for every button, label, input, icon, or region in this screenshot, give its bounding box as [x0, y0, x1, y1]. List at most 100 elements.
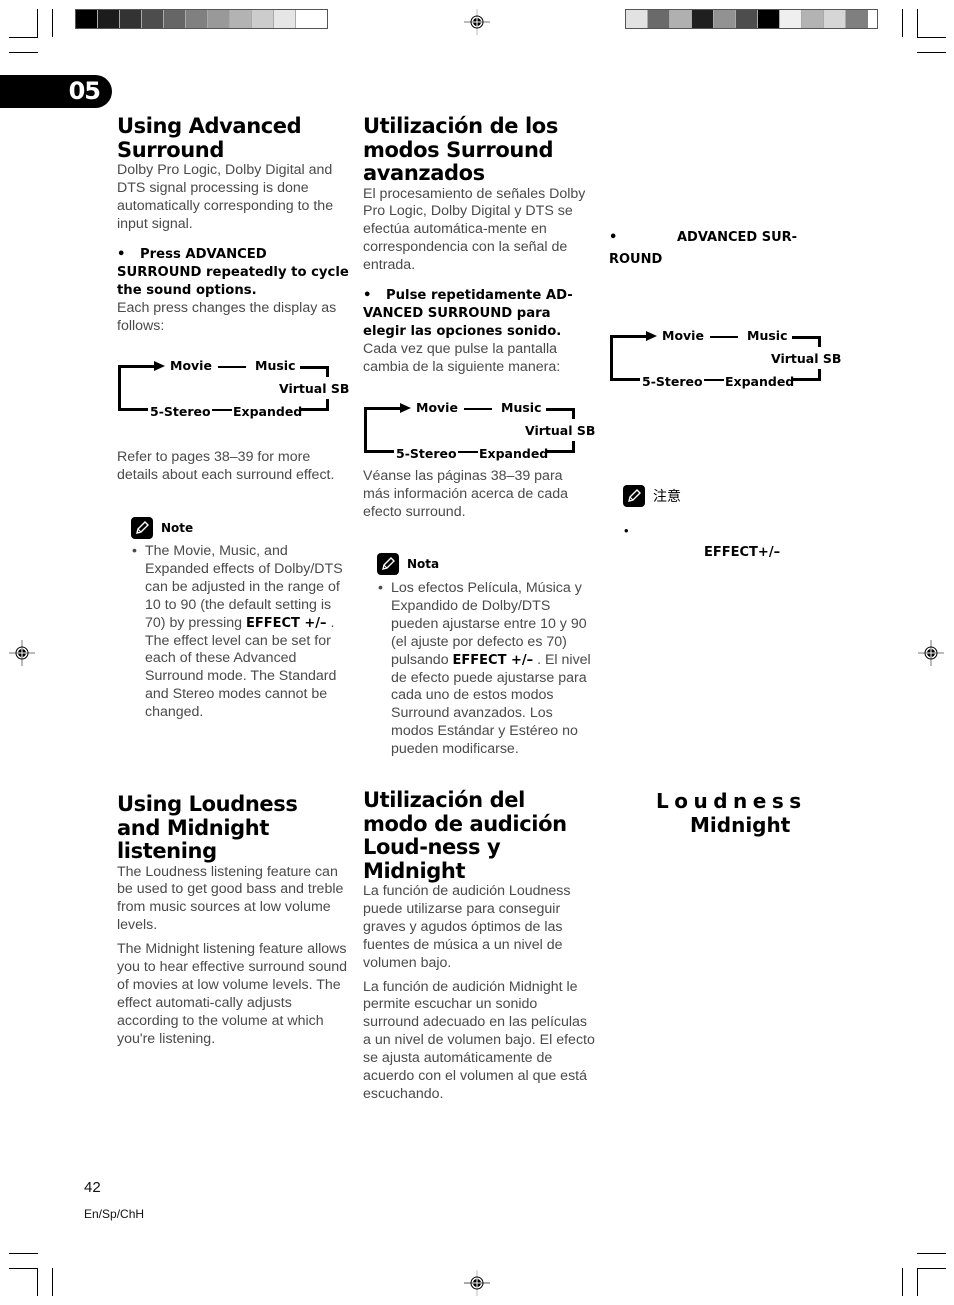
page-number: 42 — [84, 1179, 101, 1196]
effect-button-label: EFFECT +/– — [452, 652, 534, 668]
step-instruction: • Pulse repetidamente AD-VANCED SURROUND … — [363, 288, 573, 340]
pencil-note-icon — [131, 517, 153, 539]
section-title-midnight: Midnight — [690, 813, 791, 837]
chapter-tab: 05 — [0, 75, 112, 108]
registration-mark-icon — [464, 1270, 490, 1296]
english-loudness-section: Using Loudness and Midnight listening Th… — [117, 792, 349, 1049]
registration-mark-icon — [9, 640, 35, 666]
connector-line — [364, 450, 394, 453]
color-swatch — [98, 10, 120, 28]
connector-line — [818, 336, 821, 347]
surround-cycle-diagram: Movie Music Virtual SB Expanded 5-Stereo — [610, 325, 842, 389]
color-swatch — [76, 10, 98, 28]
crop-mark — [917, 1253, 946, 1254]
color-swatch — [758, 10, 780, 28]
note-header: Note — [131, 517, 193, 539]
mode-label-music: Music — [255, 358, 296, 373]
connector-line — [792, 336, 820, 339]
mode-label-virtual-sb: Virtual SB — [771, 351, 842, 366]
bullet: • — [609, 230, 618, 245]
crop-mark — [9, 1268, 38, 1269]
step-detail: Each press changes the display as follow… — [117, 299, 337, 334]
registration-mark-icon — [464, 9, 490, 35]
crop-mark — [52, 9, 53, 37]
section-title-loudness-midnight: Utilización del modo de audición Loud-ne… — [363, 788, 567, 883]
loudness-paragraph: La función de audición Loudness puede ut… — [363, 883, 571, 971]
crop-mark — [902, 1268, 903, 1296]
color-swatch — [120, 10, 142, 28]
color-swatch — [230, 10, 252, 28]
mode-label-movie: Movie — [662, 328, 704, 343]
connector-line — [118, 365, 156, 368]
bullet: • — [624, 523, 629, 538]
mode-label-virtual-sb: Virtual SB — [279, 381, 350, 396]
mode-label-music: Music — [501, 400, 542, 415]
connector-line — [610, 378, 640, 381]
note-header: Nota — [377, 553, 439, 575]
color-swatch — [802, 10, 824, 28]
note-label: 注意 — [653, 488, 681, 504]
color-swatch — [670, 10, 692, 28]
bullet: • — [378, 580, 383, 596]
mode-label-movie: Movie — [170, 358, 212, 373]
midnight-paragraph: The Midnight listening feature allows yo… — [117, 941, 348, 1047]
connector-line — [364, 407, 367, 453]
connector-line — [212, 409, 232, 411]
mode-label-virtual-sb: Virtual SB — [525, 423, 596, 438]
crop-mark — [902, 9, 903, 37]
crop-mark — [917, 1268, 918, 1296]
connector-line — [364, 407, 402, 410]
mode-label-expanded: Expanded — [233, 404, 303, 419]
color-swatch — [208, 10, 230, 28]
color-swatch — [164, 10, 186, 28]
connector-line — [704, 379, 724, 381]
refer-text: Refer to pages 38–39 for more details ab… — [117, 449, 335, 483]
crop-mark — [37, 9, 38, 37]
pencil-note-icon — [623, 485, 645, 507]
color-swatch — [186, 10, 208, 28]
mode-label-5-stereo: 5-Stereo — [396, 446, 457, 461]
mode-label-5-stereo: 5-Stereo — [150, 404, 211, 419]
language-code: En/Sp/ChH — [84, 1207, 145, 1221]
connector-line — [546, 408, 574, 411]
connector-line — [301, 408, 329, 411]
section-title-loudness: Loudness — [656, 789, 807, 813]
connector-line — [793, 378, 821, 381]
color-swatch — [252, 10, 274, 28]
crop-mark — [37, 1268, 38, 1296]
note-text: • Los efectos Película, Música y Expandi… — [378, 580, 591, 758]
effect-button-label: EFFECT+/– — [704, 545, 781, 560]
mode-label-expanded: Expanded — [479, 446, 549, 461]
color-swatch — [274, 10, 296, 28]
spanish-column: Utilización de los modos Surround avanza… — [363, 114, 595, 377]
crop-mark — [9, 52, 38, 53]
mode-label-movie: Movie — [416, 400, 458, 415]
arrow-right-icon — [400, 403, 411, 413]
mode-label-5-stereo: 5-Stereo — [642, 374, 703, 389]
crop-mark — [52, 1268, 53, 1296]
connector-line — [118, 365, 121, 411]
color-swatch — [714, 10, 736, 28]
bullet: • — [363, 288, 372, 304]
bullet: • — [117, 246, 126, 262]
section-title-surround-avanzados: Utilización de los modos Surround avanza… — [363, 114, 558, 185]
color-swatch — [824, 10, 846, 28]
refer-text: Véanse las páginas 38–39 para más inform… — [363, 468, 569, 520]
intro-text: El procesamiento de señales Dolby Pro Lo… — [363, 185, 586, 274]
midnight-paragraph: La función de audición Midnight le permi… — [363, 978, 595, 1102]
section-title-loudness-midnight: Using Loudness and Midnight listening — [117, 792, 298, 863]
intro-text: Dolby Pro Logic, Dolby Digital and DTS s… — [117, 162, 334, 232]
crop-mark — [9, 1253, 38, 1254]
pencil-note-icon — [377, 553, 399, 575]
spanish-loudness-section: Utilización del modo de audición Loud-ne… — [363, 788, 595, 1104]
color-swatch — [142, 10, 164, 28]
connector-line — [610, 335, 648, 338]
connector-line — [118, 408, 148, 411]
step-detail: Cada vez que pulse la pantalla cambia de… — [363, 341, 561, 375]
loudness-paragraph: The Loudness listening feature can be us… — [117, 863, 344, 934]
registration-mark-icon — [918, 640, 944, 666]
color-calibration-bar-right — [625, 9, 878, 29]
connector-line — [464, 408, 492, 410]
mode-label-music: Music — [747, 328, 788, 343]
connector-line — [300, 366, 328, 369]
